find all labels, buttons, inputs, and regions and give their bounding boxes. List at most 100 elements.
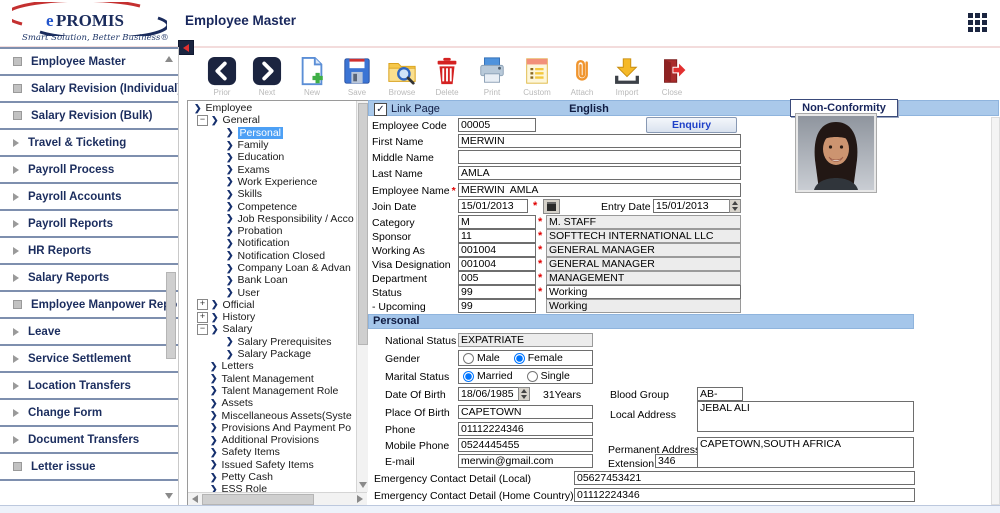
marital-status-option-married[interactable]: Married <box>463 370 513 382</box>
tree-item-probation[interactable]: ❯Probation <box>188 225 356 237</box>
sidebar-scroll-down-icon[interactable] <box>163 490 174 501</box>
department-code-input[interactable] <box>458 271 536 285</box>
custom-button[interactable]: Custom <box>520 56 554 97</box>
print-button[interactable]: Print <box>475 56 509 97</box>
tree-item-assets[interactable]: ❯Assets <box>188 397 356 409</box>
local-address-textarea[interactable]: JEBAL ALI <box>697 401 914 432</box>
tree-item-notification-closed[interactable]: ❯Notification Closed <box>188 250 356 262</box>
upcoming-description-field[interactable] <box>546 299 741 313</box>
entry-date-spinner[interactable] <box>729 199 741 213</box>
gender-radio-female[interactable] <box>514 353 525 364</box>
enquiry-button[interactable]: Enquiry <box>646 117 737 133</box>
department-description-field[interactable] <box>546 271 741 285</box>
sidebar-item-leave[interactable]: Leave <box>0 319 178 346</box>
category-code-input[interactable] <box>458 215 536 229</box>
last-name-input[interactable] <box>458 166 741 180</box>
apps-grid-icon[interactable] <box>968 13 988 33</box>
sidebar-item-payroll-process[interactable]: Payroll Process <box>0 157 178 184</box>
prior-button[interactable]: Prior <box>205 56 239 97</box>
tree-item-education[interactable]: ❯Education <box>188 151 356 163</box>
tree-item-skills[interactable]: ❯Skills <box>188 188 356 200</box>
emergency-home-input[interactable] <box>574 488 915 502</box>
sidebar-item-hr-reports[interactable]: HR Reports <box>0 238 178 265</box>
blood-group-input[interactable] <box>697 387 743 401</box>
expand-node-icon[interactable]: + <box>197 299 208 310</box>
tree-item-family[interactable]: ❯Family <box>188 139 356 151</box>
sponsor-description-field[interactable] <box>546 229 741 243</box>
delete-button[interactable]: Delete <box>430 56 464 97</box>
tree-scroll-right-icon[interactable] <box>354 493 365 504</box>
marital-status-radio-married[interactable] <box>463 371 474 382</box>
tree-item-employee[interactable]: ❯Employee <box>188 102 356 114</box>
tree-item-talent-management[interactable]: ❯Talent Management <box>188 373 356 385</box>
page-horizontal-scrollbar[interactable] <box>0 505 1000 513</box>
next-button[interactable]: Next <box>250 56 284 97</box>
collapse-node-icon[interactable]: − <box>197 115 208 126</box>
tree-item-user[interactable]: ❯User <box>188 286 356 298</box>
sidebar-scrollbar-thumb[interactable] <box>166 272 176 359</box>
browse-button[interactable]: Browse <box>385 56 419 97</box>
first-name-input[interactable] <box>458 134 741 148</box>
tree-item-salary-package[interactable]: ❯Salary Package <box>188 348 356 360</box>
tree-item-work-experience[interactable]: ❯Work Experience <box>188 176 356 188</box>
gender-option-female[interactable]: Female <box>514 352 563 364</box>
tree-item-exams[interactable]: ❯Exams <box>188 163 356 175</box>
working-as-code-input[interactable] <box>458 243 536 257</box>
marital-status-radio-single[interactable] <box>527 371 538 382</box>
tree-item-general[interactable]: −❯General <box>188 114 356 126</box>
close-button[interactable]: Close <box>655 56 689 97</box>
tree-item-provisions-and-payment-po[interactable]: ❯Provisions And Payment Po <box>188 422 356 434</box>
employee-code-input[interactable] <box>458 118 536 132</box>
tree-item-official[interactable]: +❯Official <box>188 299 356 311</box>
phone-input[interactable] <box>458 422 593 436</box>
gender-option-male[interactable]: Male <box>463 352 500 364</box>
upcoming-code-input[interactable] <box>458 299 536 313</box>
sidebar-item-location-transfers[interactable]: Location Transfers <box>0 373 178 400</box>
permanent-address-textarea[interactable]: CAPETOWN,SOUTH AFRICA <box>697 437 914 468</box>
tree-item-salary[interactable]: −❯Salary <box>188 323 356 335</box>
tree-item-letters[interactable]: ❯Letters <box>188 360 356 372</box>
collapse-panel-button[interactable] <box>178 40 194 55</box>
new-button[interactable]: New <box>295 56 329 97</box>
tree-horizontal-scrollbar[interactable] <box>188 492 367 505</box>
tree-item-safety-items[interactable]: ❯Safety Items <box>188 446 356 458</box>
sidebar-item-payroll-accounts[interactable]: Payroll Accounts <box>0 184 178 211</box>
tree-item-history[interactable]: +❯History <box>188 311 356 323</box>
tree-item-additional-provisions[interactable]: ❯Additional Provisions <box>188 434 356 446</box>
emergency-local-input[interactable] <box>574 471 915 485</box>
attach-button[interactable]: Attach <box>565 56 599 97</box>
sidebar-item-payroll-reports[interactable]: Payroll Reports <box>0 211 178 238</box>
tree-item-notification[interactable]: ❯Notification <box>188 237 356 249</box>
import-button[interactable]: Import <box>610 56 644 97</box>
collapse-node-icon[interactable]: − <box>197 324 208 335</box>
sidebar-item-salary-revision-individual[interactable]: Salary Revision (Individual) <box>0 76 178 103</box>
sidebar-item-change-form[interactable]: Change Form <box>0 400 178 427</box>
tree-vertical-scrollbar[interactable] <box>356 101 368 492</box>
tree-item-issued-safety-items[interactable]: ❯Issued Safety Items <box>188 459 356 471</box>
extension-input[interactable] <box>655 454 698 468</box>
tree-vscroll-thumb[interactable] <box>358 103 368 345</box>
national-status-input[interactable] <box>458 333 593 347</box>
gender-radio-male[interactable] <box>463 353 474 364</box>
tree-scroll-left-icon[interactable] <box>189 493 200 504</box>
middle-name-input[interactable] <box>458 150 741 164</box>
form-vertical-scrollbar[interactable] <box>991 117 1000 505</box>
marital-status-option-single[interactable]: Single <box>527 370 570 382</box>
date-of-birth-spinner[interactable] <box>518 387 530 401</box>
status-code-input[interactable] <box>458 285 536 299</box>
join-date-input[interactable] <box>458 199 528 213</box>
category-description-field[interactable] <box>546 215 741 229</box>
tree-item-job-responsibility-acco[interactable]: ❯Job Responsibility / Acco <box>188 213 356 225</box>
tree-item-petty-cash[interactable]: ❯Petty Cash <box>188 471 356 483</box>
sidebar-item-employee-manpower-repor[interactable]: Employee Manpower Repor <box>0 292 178 319</box>
sidebar-item-salary-revision-bulk[interactable]: Salary Revision (Bulk) <box>0 103 178 130</box>
tree-item-salary-prerequisites[interactable]: ❯Salary Prerequisites <box>188 336 356 348</box>
sidebar-item-service-settlement[interactable]: Service Settlement <box>0 346 178 373</box>
tree-hscroll-thumb[interactable] <box>202 494 314 505</box>
tree-item-miscellaneous-assets-syste[interactable]: ❯Miscellaneous Assets(Syste <box>188 409 356 421</box>
entry-date-input[interactable] <box>653 199 741 213</box>
save-button[interactable]: Save <box>340 56 374 97</box>
working-as-description-field[interactable] <box>546 243 741 257</box>
tree-item-personal[interactable]: ❯Personal <box>188 127 356 139</box>
visa-designation-code-input[interactable] <box>458 257 536 271</box>
